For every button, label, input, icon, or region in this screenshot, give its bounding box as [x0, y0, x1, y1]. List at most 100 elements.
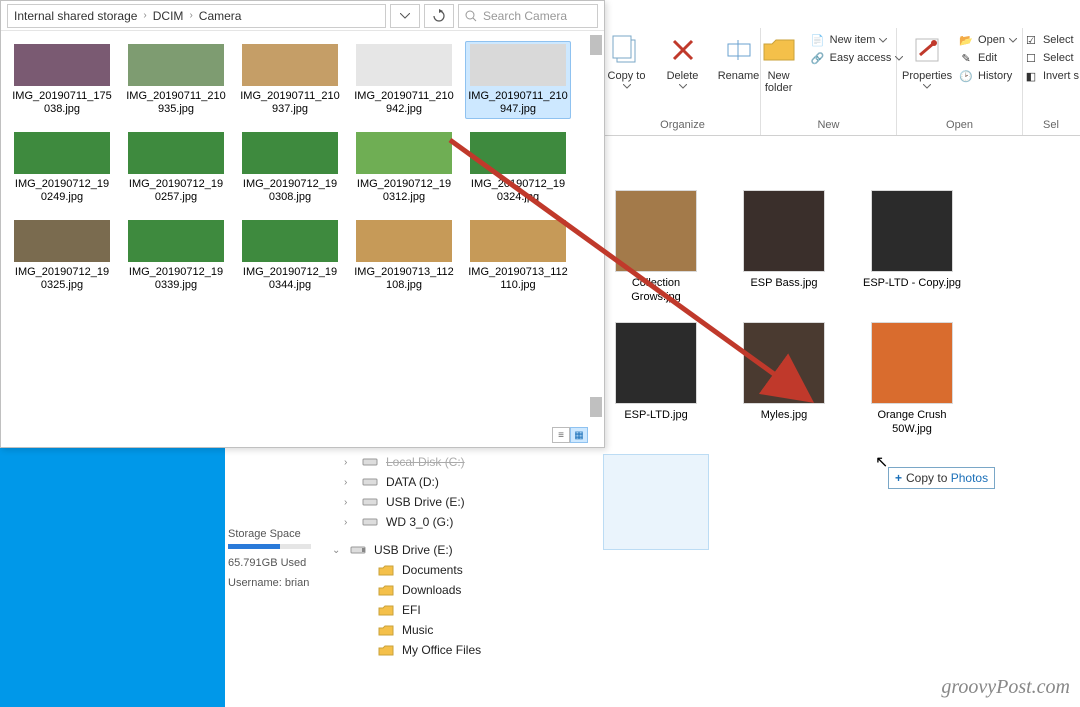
expand-icon[interactable]: › [344, 457, 354, 468]
phone-file-item[interactable]: IMG_20190712_190308.jpg [237, 129, 343, 207]
thumbnail [615, 190, 697, 272]
history-button[interactable]: 🕑History [958, 68, 1012, 84]
new-item-button[interactable]: 📄New item [810, 32, 888, 48]
phone-file-item[interactable]: IMG_20190712_190324.jpg [465, 129, 571, 207]
filename-label: IMG_20190711_210947.jpg [468, 90, 568, 116]
thumbnail [356, 132, 452, 174]
select-all-button[interactable]: ☑Select [1023, 32, 1074, 48]
breadcrumb-segment[interactable]: DCIM [153, 9, 184, 23]
destination-file-item[interactable]: Orange Crush 50W.jpg [862, 322, 962, 436]
easy-access-button[interactable]: 🔗Easy access [810, 50, 904, 66]
phone-file-item[interactable]: IMG_20190711_210947.jpg [465, 41, 571, 119]
search-icon [465, 10, 477, 22]
phone-file-item[interactable]: IMG_20190711_210942.jpg [351, 41, 457, 119]
tree-folder-item[interactable]: EFI [338, 600, 538, 620]
folder-icon [378, 564, 394, 576]
breadcrumb-segment[interactable]: Internal shared storage [14, 9, 137, 23]
history-dropdown-button[interactable] [390, 4, 420, 28]
destination-file-item[interactable]: Myles.jpg [734, 322, 834, 436]
edit-button[interactable]: ✎Edit [958, 50, 997, 66]
cursor-icon: ↖ [875, 452, 888, 472]
phone-file-item[interactable]: IMG_20190711_175038.jpg [9, 41, 115, 119]
phone-file-item[interactable]: IMG_20190713_112108.jpg [351, 217, 457, 295]
tree-folder-item[interactable]: Downloads [338, 580, 538, 600]
dropdown-icon [623, 84, 631, 89]
scrollbar-down[interactable] [590, 397, 602, 417]
ribbon-group-new: New folder 📄New item 🔗Easy access New [761, 28, 897, 135]
thumbnail [242, 132, 338, 174]
filename-label: IMG_20190711_210935.jpg [126, 90, 226, 116]
destination-file-item[interactable]: ESP-LTD.jpg [606, 322, 706, 436]
desktop-background [0, 448, 225, 707]
properties-icon [909, 32, 945, 68]
filename-label: IMG_20190712_190339.jpg [126, 266, 226, 292]
details-view-button[interactable]: ≡ [552, 427, 570, 443]
select-none-button[interactable]: ☐Select [1023, 50, 1074, 66]
expand-icon[interactable]: › [344, 477, 354, 488]
tree-drive-item[interactable]: ›WD 3_0 (G:) [338, 512, 538, 532]
phone-explorer-window: Internal shared storage › DCIM › Camera … [0, 0, 605, 448]
phone-file-item[interactable]: IMG_20190712_190257.jpg [123, 129, 229, 207]
destination-file-item[interactable]: ESP Bass.jpg [734, 190, 834, 304]
ribbon-group-title: New [817, 117, 839, 133]
tree-label: EFI [402, 603, 421, 617]
breadcrumb-segment[interactable]: Camera [199, 9, 242, 23]
expand-icon[interactable]: › [344, 517, 354, 528]
phone-file-item[interactable]: IMG_20190712_190312.jpg [351, 129, 457, 207]
phone-file-item[interactable]: IMG_20190713_112110.jpg [465, 217, 571, 295]
search-input[interactable]: Search Camera [458, 4, 598, 28]
refresh-button[interactable] [424, 4, 454, 28]
delete-button[interactable]: Delete [658, 32, 708, 89]
tree-label: USB Drive (E:) [386, 495, 465, 509]
tree-drive-item[interactable]: ⌄USB Drive (E:) [338, 540, 538, 560]
address-bar: Internal shared storage › DCIM › Camera … [1, 1, 604, 31]
thumbnail [871, 190, 953, 272]
copy-to-label: Copy to [608, 70, 646, 82]
easy-access-icon: 🔗 [810, 50, 826, 66]
plus-icon: + [895, 471, 902, 485]
expand-icon[interactable]: › [344, 497, 354, 508]
storage-space-label: Storage Space [228, 528, 333, 540]
delete-label: Delete [667, 70, 699, 82]
refresh-icon [432, 9, 446, 23]
phone-file-item[interactable]: IMG_20190712_190249.jpg [9, 129, 115, 207]
phone-file-item[interactable]: IMG_20190711_210937.jpg [237, 41, 343, 119]
scrollbar-up[interactable] [590, 35, 602, 55]
phone-file-item[interactable]: IMG_20190712_190344.jpg [237, 217, 343, 295]
dropdown-icon [923, 84, 931, 89]
tree-drive-item[interactable]: › DATA (D:) [338, 472, 538, 492]
tree-label: Local Disk (C:) [386, 455, 465, 469]
tree-drive-item[interactable]: › Local Disk (C:) [338, 452, 538, 472]
chevron-right-icon: › [143, 10, 146, 21]
phone-file-item[interactable]: IMG_20190712_190339.jpg [123, 217, 229, 295]
tree-drive-item[interactable]: › USB Drive (E:) [338, 492, 538, 512]
phone-file-item[interactable]: IMG_20190711_210935.jpg [123, 41, 229, 119]
thumbnails-view-button[interactable]: ▦ [570, 427, 588, 443]
tree-folder-item[interactable]: Music [338, 620, 538, 640]
filename-label: IMG_20190712_190324.jpg [468, 178, 568, 204]
thumbnail [871, 322, 953, 404]
filename-label: IMG_20190712_190344.jpg [240, 266, 340, 292]
collapse-icon[interactable]: ⌄ [332, 545, 342, 556]
tree-label: DATA (D:) [386, 475, 439, 489]
invert-selection-button[interactable]: ◧Invert s [1023, 68, 1079, 84]
breadcrumb[interactable]: Internal shared storage › DCIM › Camera [7, 4, 386, 28]
dropdown-icon [1009, 38, 1017, 43]
tree-folder-item[interactable]: Documents [338, 560, 538, 580]
thumbnail [242, 44, 338, 86]
invert-icon: ◧ [1023, 68, 1039, 84]
copy-to-button[interactable]: Copy to [602, 32, 652, 89]
thumbnail [470, 220, 566, 262]
destination-file-item[interactable]: Collection Grows.jpg [606, 190, 706, 304]
destination-folder-content[interactable]: Collection Grows.jpg ESP Bass.jpg ESP-LTD … [600, 190, 1076, 703]
new-folder-button[interactable]: New folder [754, 32, 804, 94]
thumbnail [14, 132, 110, 174]
destination-file-item[interactable]: ESP-LTD - Copy.jpg [862, 190, 962, 304]
tree-folder-item[interactable]: My Office Files [338, 640, 538, 660]
properties-button[interactable]: Properties [902, 32, 952, 89]
filename-label: Myles.jpg [761, 408, 807, 422]
open-button[interactable]: 📂Open [958, 32, 1017, 48]
tree-label: Music [402, 623, 433, 637]
ribbon-group-open: Properties 📂Open ✎Edit 🕑History Open [897, 28, 1023, 135]
phone-file-item[interactable]: IMG_20190712_190325.jpg [9, 217, 115, 295]
